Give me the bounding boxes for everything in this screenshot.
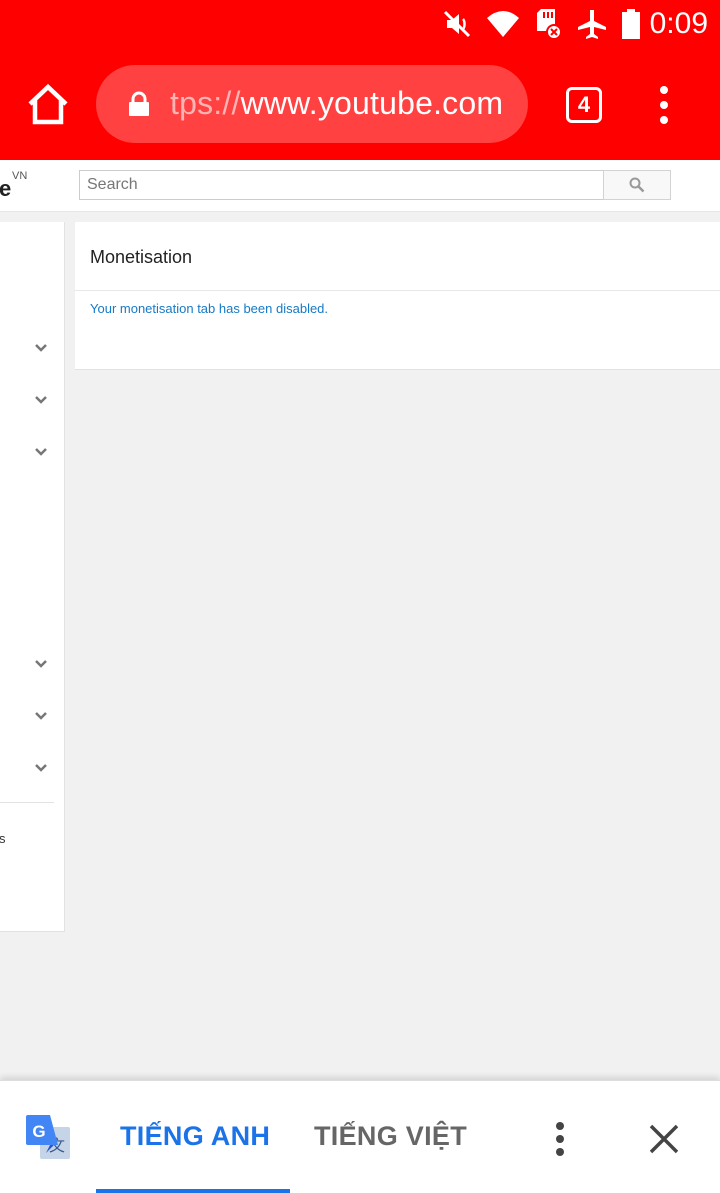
wifi-icon: [486, 10, 520, 38]
nav-divider: [0, 802, 54, 803]
url-text[interactable]: tps://www.youtube.com: [170, 85, 503, 122]
search-input[interactable]: [80, 171, 603, 199]
sd-card-error-icon: [534, 8, 562, 40]
clock: 0:09: [649, 7, 708, 40]
close-icon: [649, 1124, 679, 1154]
card-divider: [75, 290, 720, 291]
url-scheme: tps://: [170, 85, 241, 121]
status-bar: 0:09: [0, 0, 720, 48]
tab-source-language[interactable]: TIẾNG ANH: [120, 1121, 270, 1152]
home-icon: [28, 83, 68, 125]
chevron-down-icon[interactable]: [34, 659, 48, 669]
translate-close-button[interactable]: [648, 1123, 680, 1155]
search-icon: [629, 177, 645, 193]
lock-icon[interactable]: [128, 91, 150, 122]
status-message: Your monetisation tab has been disabled.: [90, 301, 329, 316]
url-host: www.youtube.com: [240, 85, 504, 121]
home-button[interactable]: [24, 82, 72, 128]
translate-bar: 文G TIẾNG ANH TIẾNG VIỆT: [0, 1080, 720, 1193]
monetisation-card: Monetisation Your monetisation tab has b…: [75, 222, 720, 370]
tab-target-language[interactable]: TIẾNG VIỆT: [314, 1121, 467, 1152]
selected-tab-indicator: [96, 1189, 290, 1193]
chevron-down-icon[interactable]: [34, 343, 48, 353]
nav-item-fragment[interactable]: s: [0, 831, 6, 846]
translate-menu-button[interactable]: [548, 1121, 572, 1157]
browser-chrome: 0:09 tps://www.youtube.com 4: [0, 0, 720, 160]
more-vert-icon: [660, 86, 668, 124]
status-icons: 0:09: [442, 6, 708, 42]
browser-menu-button[interactable]: [650, 84, 678, 126]
chevron-down-icon[interactable]: [34, 763, 48, 773]
search-box[interactable]: [79, 170, 603, 200]
chevron-down-icon[interactable]: [34, 711, 48, 721]
google-translate-icon: 文G: [26, 1115, 72, 1161]
youtube-logo[interactable]: e: [0, 176, 11, 202]
youtube-header: e VN: [0, 160, 720, 212]
tab-switcher-button[interactable]: 4: [566, 87, 602, 123]
svg-text:G: G: [32, 1122, 45, 1141]
battery-icon: [621, 9, 640, 39]
region-code: VN: [12, 170, 28, 182]
airplane-mode-icon: [576, 8, 608, 40]
address-bar[interactable]: tps://www.youtube.com: [96, 65, 528, 143]
browser-toolbar: tps://www.youtube.com 4: [0, 60, 720, 150]
mute-icon: [442, 9, 472, 39]
left-nav: s: [0, 222, 65, 932]
page-title: Monetisation: [90, 247, 193, 267]
more-vert-icon: [556, 1122, 564, 1156]
chevron-down-icon[interactable]: [34, 447, 48, 457]
chevron-down-icon[interactable]: [34, 395, 48, 405]
search-button[interactable]: [603, 170, 671, 200]
